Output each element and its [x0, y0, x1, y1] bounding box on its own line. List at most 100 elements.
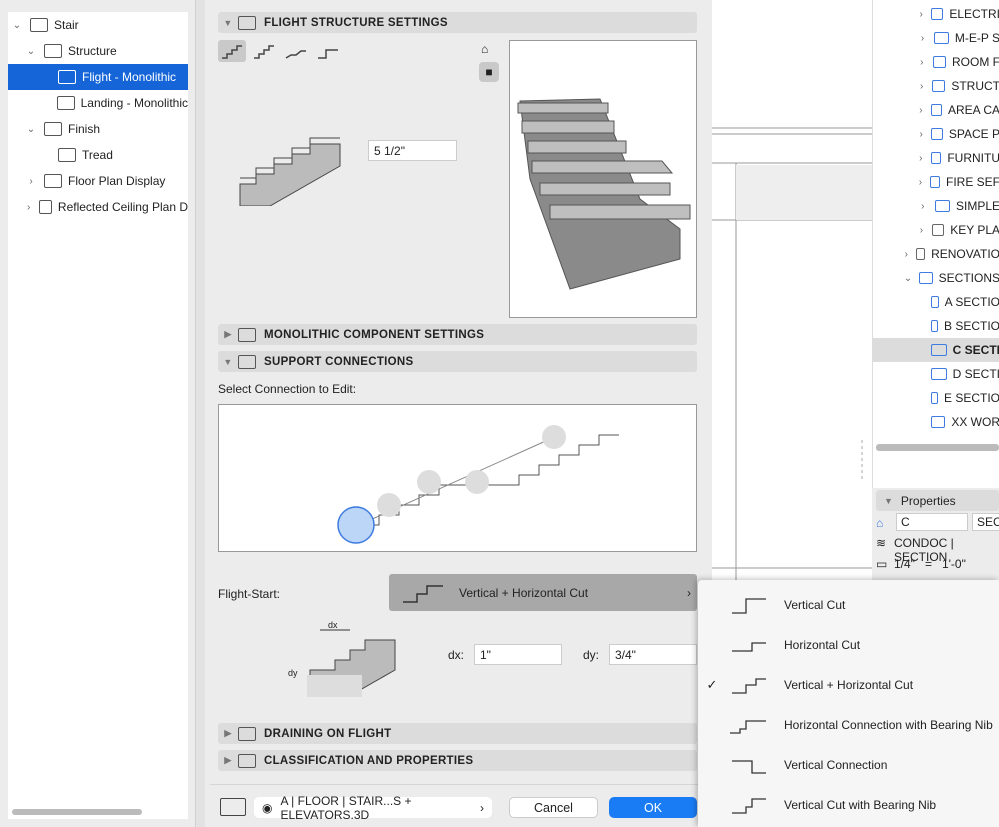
flight-type-1-button[interactable]: [218, 40, 246, 62]
navigator-item[interactable]: B SECTIO: [873, 314, 999, 338]
chevron-icon[interactable]: ›: [917, 57, 927, 68]
navigator-item-label: FURNITU: [947, 151, 999, 165]
navigator-item-label: AREA CA: [947, 103, 999, 117]
navigator-item[interactable]: › M-E-P S: [873, 26, 999, 50]
layer-icon: ≋: [876, 536, 887, 550]
tree-scrollbar-track[interactable]: [8, 805, 188, 819]
navigator-item-label: SPACE P: [948, 127, 999, 141]
menu-item[interactable]: Vertical Cut: [698, 585, 999, 625]
navigator-item[interactable]: › AREA CA: [873, 98, 999, 122]
menu-item[interactable]: Vertical Cut with Bearing Nib: [698, 785, 999, 825]
layer-selector[interactable]: ◉ A | FLOOR | STAIR...S + ELEVATORS.3D ›: [254, 794, 492, 822]
tree-item[interactable]: › Reflected Ceiling Plan D: [8, 194, 188, 220]
navigator-item[interactable]: › STRUCT: [873, 74, 999, 98]
chevron-down-icon[interactable]: ⌄: [24, 46, 38, 57]
chevron-icon[interactable]: ›: [903, 249, 910, 260]
chevron-icon[interactable]: ›: [917, 177, 924, 188]
chevron-down-icon[interactable]: ⌄: [10, 20, 24, 31]
flight-start-value: Vertical + Horizontal Cut: [459, 585, 589, 600]
connection-type-icon: [732, 760, 766, 774]
folder-icon: [929, 176, 940, 188]
flight-type-3-button[interactable]: [282, 40, 310, 62]
navigator-item[interactable]: › ROOM F: [873, 50, 999, 74]
flight-icon: [238, 15, 256, 30]
settings-tree: ⌄ Stair ⌄ Structure Flight - Monolithic Landi…: [8, 12, 188, 805]
tree-item-label: Finish: [68, 122, 101, 136]
view-3d-button[interactable]: ■: [479, 62, 499, 82]
chevron-icon[interactable]: ›: [917, 33, 928, 44]
navigator-item[interactable]: › FIRE SEF: [873, 170, 999, 194]
dy-input[interactable]: 3/4": [609, 644, 697, 665]
flight-type-2-button[interactable]: [250, 40, 278, 62]
panel-splitter[interactable]: [195, 0, 205, 827]
menu-item-label: Vertical Cut: [784, 598, 846, 612]
tree-item[interactable]: ⌄ Finish: [8, 116, 188, 142]
chevron-icon[interactable]: ›: [917, 153, 925, 164]
tree-item[interactable]: Flight - Monolithic: [8, 64, 188, 90]
navigator-item[interactable]: › KEY PLA: [873, 218, 999, 242]
navigator-item[interactable]: ⌄ SECTIONS: [873, 266, 999, 290]
tree-scrollbar-thumb[interactable]: [12, 809, 142, 815]
chevron-right-icon: ›: [480, 800, 484, 815]
flight-type-4-button[interactable]: [314, 40, 342, 62]
chevron-right-icon[interactable]: ›: [24, 176, 38, 187]
navigator-item[interactable]: A SECTIO: [873, 290, 999, 314]
navigator-item[interactable]: › RENOVATIO: [873, 242, 999, 266]
dy-label: dy:: [583, 648, 600, 662]
component-icon: [238, 327, 256, 342]
diagram-dx-label: dx: [328, 620, 338, 630]
tree-item[interactable]: ⌄ Stair: [8, 12, 188, 38]
dx-input[interactable]: 1": [474, 644, 562, 665]
chevron-icon[interactable]: ›: [917, 105, 925, 116]
scale-icon: ▭: [876, 557, 888, 571]
view-plan-icon[interactable]: ⌂: [481, 42, 488, 56]
navigator-item[interactable]: C SECTI: [873, 338, 999, 362]
navigator-item[interactable]: › SIMPLE: [873, 194, 999, 218]
thickness-input[interactable]: 5 1/2": [368, 140, 457, 161]
tree-item[interactable]: Tread: [8, 142, 188, 168]
chevron-icon[interactable]: ›: [917, 201, 929, 212]
chevron-icon[interactable]: ›: [917, 9, 925, 20]
navigator-item[interactable]: E SECTIO: [873, 386, 999, 410]
chevron-icon[interactable]: ⌄: [903, 273, 913, 284]
chevron-icon[interactable]: ›: [917, 81, 926, 92]
draining-icon: [238, 726, 256, 741]
section-type-input[interactable]: SECT: [972, 513, 999, 531]
navigator-item[interactable]: › FURNITU: [873, 146, 999, 170]
section-title: CLASSIFICATION AND PROPERTIES: [264, 754, 474, 767]
navigator-item[interactable]: › ELECTRI: [873, 2, 999, 26]
menu-item[interactable]: Horizontal Connection with Bearing Nib: [698, 705, 999, 745]
connection-selector[interactable]: [218, 404, 697, 552]
section-title: FLIGHT STRUCTURE SETTINGS: [264, 16, 448, 29]
flight-start-dropdown[interactable]: Vertical + Horizontal Cut ›: [389, 574, 697, 611]
chevron-right-icon[interactable]: ›: [24, 202, 33, 213]
navigator-item[interactable]: › SPACE P: [873, 122, 999, 146]
section-classification[interactable]: ▶ CLASSIFICATION AND PROPERTIES: [218, 750, 697, 771]
cancel-button[interactable]: Cancel: [509, 797, 598, 818]
menu-item-label: Vertical Cut with Bearing Nib: [784, 798, 937, 812]
menu-item[interactable]: Vertical Connection: [698, 745, 999, 785]
section-flight-structure[interactable]: ▼ FLIGHT STRUCTURE SETTINGS: [218, 12, 697, 33]
navigator-scrollbar[interactable]: [876, 444, 999, 454]
properties-title: Properties: [900, 493, 956, 508]
tree-item[interactable]: › Floor Plan Display: [8, 168, 188, 194]
menu-item[interactable]: ✓ Vertical + Horizontal Cut: [698, 665, 999, 705]
tree-item[interactable]: Landing - Monolithic: [8, 90, 188, 116]
section-view-icon: [931, 392, 938, 404]
chevron-icon[interactable]: ›: [917, 129, 925, 140]
tree-item[interactable]: ⌄ Structure: [8, 38, 188, 64]
classification-icon: [238, 753, 256, 768]
section-id-input[interactable]: C: [896, 513, 968, 531]
section-draining[interactable]: ▶ DRAINING ON FLIGHT: [218, 723, 697, 744]
ok-button[interactable]: OK: [609, 797, 697, 818]
navigator-item[interactable]: D SECTI: [873, 362, 999, 386]
chevron-icon[interactable]: ›: [917, 225, 926, 236]
navigator-item[interactable]: XX WOR: [873, 410, 999, 434]
menu-item[interactable]: Horizontal Cut: [698, 625, 999, 665]
chevron-down-icon[interactable]: ⌄: [24, 124, 38, 135]
section-monolithic-component[interactable]: ▶ MONOLITHIC COMPONENT SETTINGS: [218, 324, 697, 345]
eye-icon: ◉: [262, 800, 273, 815]
drawing-canvas[interactable]: [712, 0, 872, 583]
properties-scale[interactable]: 1/4" = 1'-0": [894, 557, 966, 571]
section-support-connections[interactable]: ▼ SUPPORT CONNECTIONS: [218, 351, 697, 372]
